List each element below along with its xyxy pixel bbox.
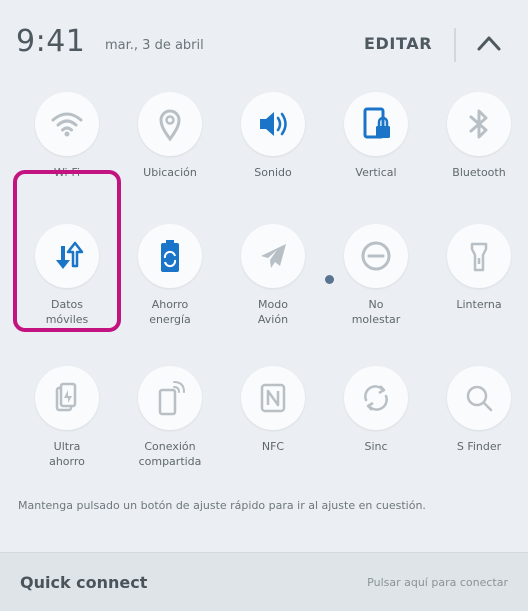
tile-mobile-data[interactable]: Datos móviles: [15, 224, 119, 327]
chevron-up-icon: [477, 36, 501, 51]
tile-bluetooth[interactable]: Bluetooth: [427, 92, 528, 180]
tile-ultra-saving-label: Ultra ahorro: [49, 440, 85, 468]
tile-sync-button[interactable]: [344, 366, 408, 430]
tile-do-not-disturb-button[interactable]: [344, 224, 408, 288]
airplane-icon: [261, 244, 286, 268]
tile-flashlight-button[interactable]: [447, 224, 511, 288]
tile-mobile-data-label: Datos móviles: [45, 298, 89, 326]
tile-rotation-label: Vertical: [355, 166, 397, 179]
collapse-button[interactable]: [476, 32, 502, 54]
tile-battery-saver-button[interactable]: [138, 224, 202, 288]
tile-ultra-saving-button[interactable]: [35, 366, 99, 430]
tile-do-not-disturb-label: No molestar: [351, 298, 401, 326]
status-header: 9:41 mar., 3 de abril EDITAR: [0, 0, 528, 90]
tile-battery-saver[interactable]: Ahorro energía: [118, 224, 222, 327]
tile-hotspot-label: Conexión compartida: [138, 440, 202, 468]
sync-icon: [364, 385, 388, 411]
search-icon: [466, 385, 493, 412]
quick-connect-title: Quick connect: [20, 573, 148, 592]
tile-s-finder[interactable]: S Finder: [427, 366, 528, 454]
tile-ultra-saving[interactable]: Ultra ahorro: [15, 366, 119, 469]
tile-sound-button[interactable]: [241, 92, 305, 156]
mobile-data-icon: [56, 241, 84, 269]
tile-sound[interactable]: Sonido: [221, 92, 325, 180]
hotspot-icon: [158, 381, 185, 416]
quick-connect-bar[interactable]: Quick connect Pulsar aquí para conectar: [0, 552, 528, 611]
date-label: mar., 3 de abril: [105, 38, 204, 53]
do-not-disturb-icon: [361, 241, 391, 271]
tile-airplane-button[interactable]: [241, 224, 305, 288]
bluetooth-icon: [469, 109, 488, 139]
location-icon: [159, 109, 181, 142]
quick-connect-action: Pulsar aquí para conectar: [367, 576, 508, 589]
tile-do-not-disturb[interactable]: No molestar: [324, 224, 428, 327]
wifi-icon: [51, 112, 83, 137]
tile-hotspot-button[interactable]: [138, 366, 202, 430]
tile-rotation[interactable]: Vertical: [324, 92, 428, 180]
header-divider: [454, 28, 456, 62]
clock: 9:41: [16, 24, 86, 59]
battery-saver-icon: [161, 240, 179, 272]
tile-nfc[interactable]: NFC: [221, 366, 325, 454]
tile-wifi-button[interactable]: [35, 92, 99, 156]
tile-nfc-label: NFC: [261, 440, 285, 453]
tile-sync-label: Sinc: [364, 440, 388, 453]
tile-s-finder-button[interactable]: [447, 366, 511, 430]
tile-s-finder-label: S Finder: [456, 440, 502, 453]
tile-location[interactable]: Ubicación: [118, 92, 222, 180]
tile-flashlight-label: Linterna: [456, 298, 502, 311]
tile-bluetooth-button[interactable]: [447, 92, 511, 156]
tile-location-button[interactable]: [138, 92, 202, 156]
flashlight-icon: [470, 242, 488, 272]
tile-mobile-data-button[interactable]: [35, 224, 99, 288]
hint-text: Mantenga pulsado un botón de ajuste rápi…: [18, 499, 426, 512]
tile-nfc-button[interactable]: [241, 366, 305, 430]
tile-flashlight[interactable]: Linterna: [427, 224, 528, 312]
tile-location-label: Ubicación: [143, 166, 197, 179]
tile-airplane-label: Modo Avión: [257, 298, 289, 326]
tile-sound-label: Sonido: [254, 166, 292, 179]
tile-sync[interactable]: Sinc: [324, 366, 428, 454]
tile-bluetooth-label: Bluetooth: [452, 166, 506, 179]
rotation-lock-icon: [363, 107, 390, 139]
tile-hotspot[interactable]: Conexión compartida: [118, 366, 222, 469]
nfc-icon: [260, 383, 286, 413]
sound-icon: [260, 112, 287, 136]
ultra-saving-icon: [55, 382, 77, 412]
tile-rotation-button[interactable]: [344, 92, 408, 156]
tile-airplane[interactable]: Modo Avión: [221, 224, 325, 327]
tile-battery-saver-label: Ahorro energía: [149, 298, 191, 326]
edit-button[interactable]: EDITAR: [364, 34, 432, 53]
tile-wifi[interactable]: Wi-Fi: [15, 92, 119, 180]
